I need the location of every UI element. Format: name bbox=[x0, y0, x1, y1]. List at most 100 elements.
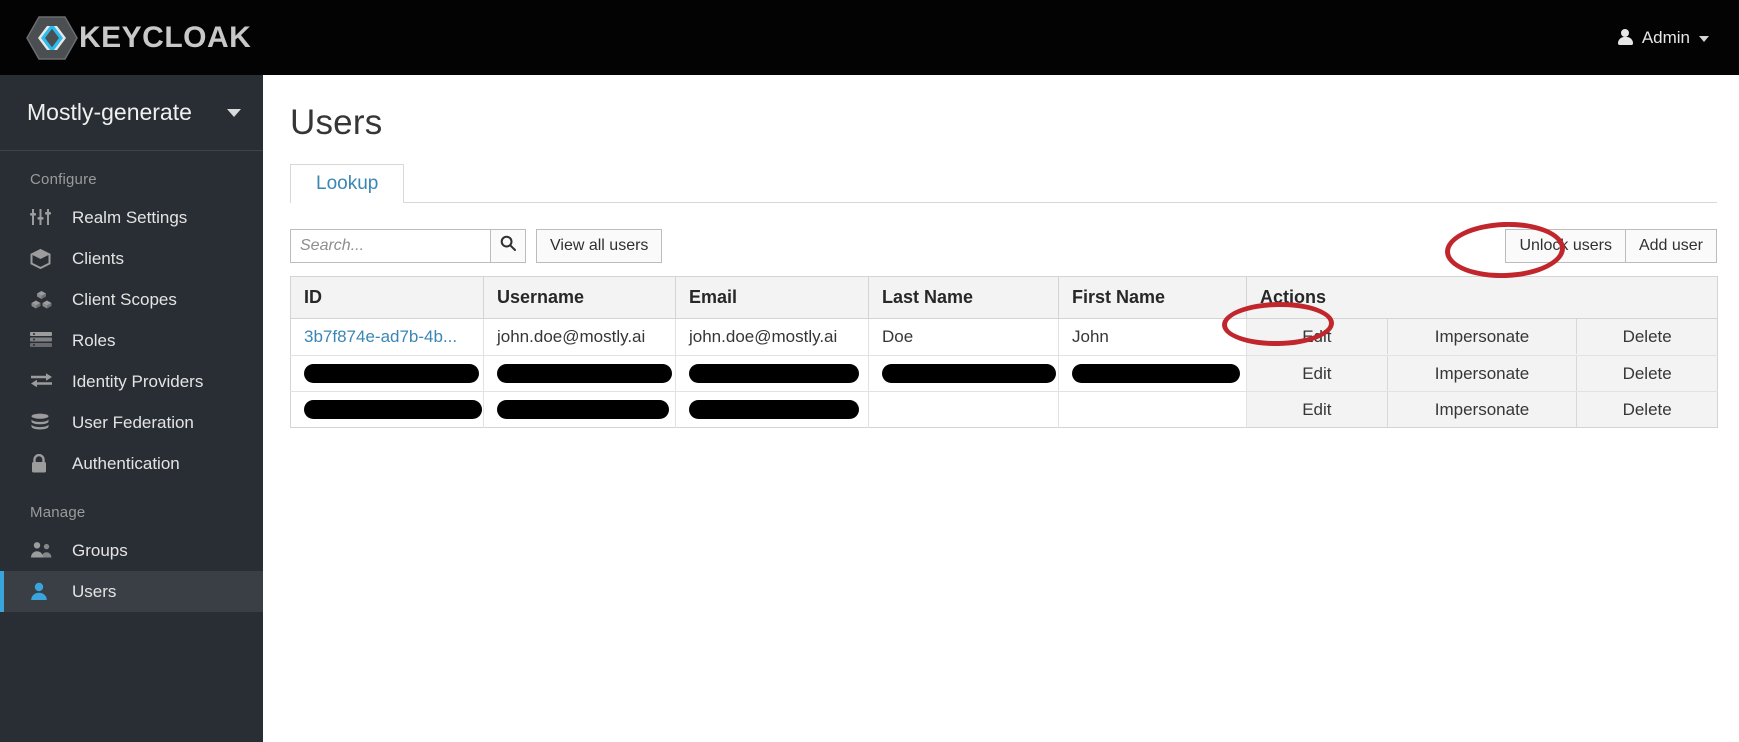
cell-actions: Edit Impersonate Delete bbox=[1246, 318, 1718, 356]
database-icon bbox=[30, 413, 56, 433]
cell-id bbox=[290, 355, 484, 392]
lock-icon bbox=[30, 453, 56, 474]
sidebar-item-label: User Federation bbox=[72, 412, 194, 432]
cell-id bbox=[290, 391, 484, 428]
chevron-down-icon bbox=[1699, 35, 1709, 42]
users-toolbar: View all users Unlock users Add user bbox=[290, 223, 1717, 268]
redaction-bar bbox=[882, 364, 1056, 383]
user-avatar-icon bbox=[1617, 29, 1633, 46]
cell-actions: Edit Impersonate Delete bbox=[1246, 391, 1718, 428]
add-user-button[interactable]: Add user bbox=[1624, 228, 1717, 263]
impersonate-button[interactable]: Impersonate bbox=[1388, 356, 1578, 391]
cell-username bbox=[483, 355, 676, 392]
redaction-bar bbox=[689, 364, 859, 383]
edit-button[interactable]: Edit bbox=[1247, 356, 1388, 391]
top-header: KEYCLOAK Admin bbox=[0, 0, 1739, 75]
column-header-first-name: First Name bbox=[1058, 276, 1247, 319]
edit-button[interactable]: Edit bbox=[1247, 392, 1388, 427]
cell-email bbox=[675, 355, 869, 392]
cell-id: 3b7f874e-ad7b-4b... bbox=[290, 318, 484, 356]
redaction-bar bbox=[689, 400, 859, 419]
user-icon bbox=[30, 582, 56, 602]
user-id-link[interactable]: 3b7f874e-ad7b-4b... bbox=[304, 327, 457, 346]
table-body: 3b7f874e-ad7b-4b... john.doe@mostly.ai j… bbox=[290, 318, 1718, 428]
search-button[interactable] bbox=[490, 228, 526, 263]
sidebar-item-realm-settings[interactable]: Realm Settings bbox=[0, 197, 263, 238]
sidebar-item-label: Roles bbox=[72, 330, 116, 350]
redaction-bar bbox=[304, 400, 482, 419]
search-icon bbox=[500, 235, 516, 256]
sliders-icon bbox=[30, 208, 56, 228]
table-row: Edit Impersonate Delete bbox=[290, 391, 1718, 428]
sidebar-item-groups[interactable]: Groups bbox=[0, 530, 263, 571]
table-header: ID Username Email Last Name First Name A… bbox=[290, 276, 1718, 319]
nav-section-manage-label: Manage bbox=[30, 504, 86, 521]
sidebar-item-identity-providers[interactable]: Identity Providers bbox=[0, 361, 263, 402]
users-table: ID Username Email Last Name First Name A… bbox=[290, 276, 1718, 428]
sidebar-item-label: Clients bbox=[72, 248, 124, 268]
sidebar-item-label: Groups bbox=[72, 540, 128, 560]
admin-menu-label: Admin bbox=[1641, 27, 1690, 47]
sidebar-item-authentication[interactable]: Authentication bbox=[0, 443, 263, 484]
cell-first-name bbox=[1058, 355, 1247, 392]
impersonate-button[interactable]: Impersonate bbox=[1388, 392, 1578, 427]
edit-button[interactable]: Edit bbox=[1247, 319, 1388, 354]
cell-actions: Edit Impersonate Delete bbox=[1246, 355, 1718, 392]
table-row: Edit Impersonate Delete bbox=[290, 355, 1718, 392]
impersonate-button[interactable]: Impersonate bbox=[1388, 319, 1578, 354]
cell-username: john.doe@mostly.ai bbox=[483, 318, 676, 356]
users-group-icon bbox=[30, 541, 56, 561]
cell-last-name bbox=[868, 391, 1059, 428]
search-input[interactable] bbox=[290, 228, 490, 263]
sidebar-item-label: Users bbox=[72, 581, 117, 601]
column-header-id: ID bbox=[290, 276, 484, 319]
main-content: Users Lookup Search... View all users Un… bbox=[263, 75, 1739, 742]
cell-last-name: Doe bbox=[868, 318, 1059, 356]
cube-icon bbox=[30, 248, 56, 269]
cell-email: john.doe@mostly.ai bbox=[675, 318, 869, 356]
admin-user-menu[interactable]: Admin bbox=[1617, 27, 1709, 48]
toolbar-left-group: View all users bbox=[290, 228, 663, 263]
sidebar-item-users[interactable]: Users bbox=[0, 571, 263, 612]
column-header-email: Email bbox=[675, 276, 869, 319]
sidebar-item-label: Client Scopes bbox=[72, 289, 177, 309]
redaction-bar bbox=[304, 364, 479, 383]
sidebar-item-roles[interactable]: Roles bbox=[0, 320, 263, 361]
redaction-bar bbox=[1072, 364, 1240, 383]
users-table-wrapper: ID Username Email Last Name First Name A… bbox=[290, 276, 1718, 428]
list-rows-icon bbox=[30, 331, 56, 351]
cubes-icon bbox=[30, 290, 56, 310]
cell-last-name bbox=[868, 355, 1059, 392]
delete-button[interactable]: Delete bbox=[1577, 356, 1717, 391]
toolbar-right-group: Unlock users Add user bbox=[1505, 228, 1717, 263]
sidebar-item-label: Authentication bbox=[72, 453, 180, 473]
column-header-actions: Actions bbox=[1246, 276, 1718, 319]
keycloak-admin-console: KEYCLOAK Admin Mostly-generate Configure… bbox=[0, 0, 1739, 742]
cell-email bbox=[675, 391, 869, 428]
page-title: Users bbox=[290, 103, 383, 142]
sidebar-item-user-federation[interactable]: User Federation bbox=[0, 402, 263, 443]
unlock-users-button[interactable]: Unlock users bbox=[1505, 228, 1625, 263]
keycloak-hexagon-logo-icon bbox=[26, 13, 78, 63]
tab-bar: Lookup bbox=[290, 164, 1717, 203]
nav-section-configure-label: Configure bbox=[30, 171, 97, 188]
delete-button[interactable]: Delete bbox=[1577, 319, 1717, 354]
exchange-arrows-icon bbox=[30, 372, 56, 392]
sidebar-item-client-scopes[interactable]: Client Scopes bbox=[0, 279, 263, 320]
column-header-username: Username bbox=[483, 276, 676, 319]
tab-label: Lookup bbox=[316, 173, 379, 194]
realm-name: Mostly-generate bbox=[27, 99, 192, 125]
brand[interactable]: KEYCLOAK bbox=[26, 0, 251, 75]
view-all-users-button[interactable]: View all users bbox=[536, 228, 663, 263]
redaction-bar bbox=[497, 400, 669, 419]
redaction-bar bbox=[497, 364, 672, 383]
sidebar: Mostly-generate Configure Realm Settings bbox=[0, 75, 263, 742]
tab-lookup[interactable]: Lookup bbox=[290, 164, 405, 203]
chevron-down-icon bbox=[227, 108, 241, 117]
cell-first-name bbox=[1058, 391, 1247, 428]
sidebar-item-label: Realm Settings bbox=[72, 207, 188, 227]
delete-button[interactable]: Delete bbox=[1577, 392, 1717, 427]
sidebar-item-clients[interactable]: Clients bbox=[0, 238, 263, 279]
table-row: 3b7f874e-ad7b-4b... john.doe@mostly.ai j… bbox=[290, 318, 1718, 356]
realm-selector[interactable]: Mostly-generate bbox=[0, 75, 263, 151]
